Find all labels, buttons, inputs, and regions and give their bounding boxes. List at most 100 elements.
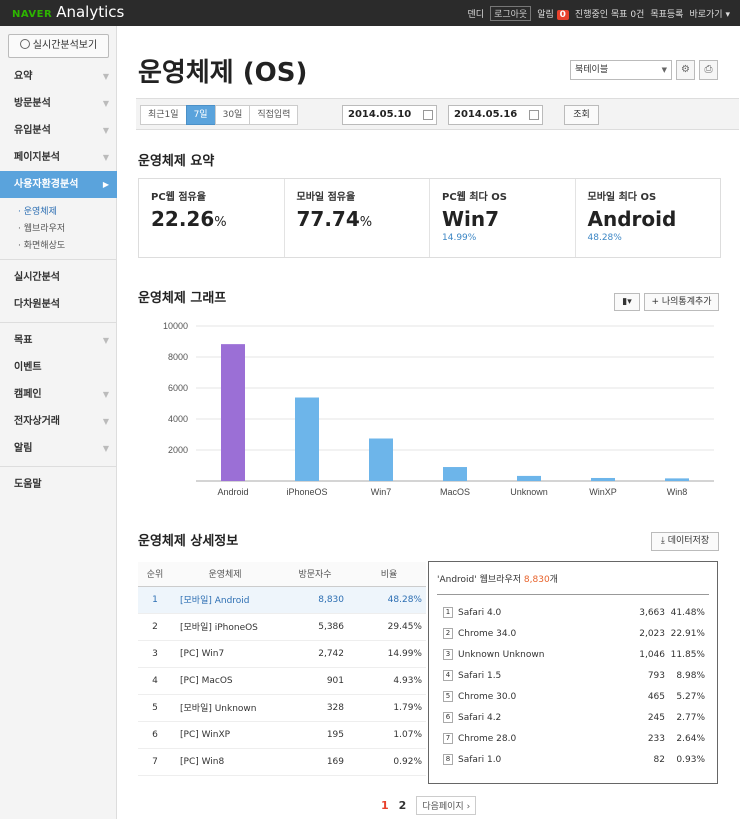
shortcuts-menu[interactable]: 바로가기 ▾ bbox=[689, 7, 730, 20]
col-visits[interactable]: 방문자수 bbox=[278, 562, 352, 587]
chevron-down-icon: ▾ bbox=[725, 10, 730, 20]
sidebar-item-goals[interactable]: 목표 ▼ bbox=[0, 327, 117, 354]
sidebar-item-label: 다차원분석 bbox=[14, 299, 60, 310]
sidebar-item-events[interactable]: 이벤트 bbox=[0, 354, 117, 381]
alerts-count-badge: 0 bbox=[556, 10, 569, 20]
sidebar-item-user-environment[interactable]: 사용자환경분석 ▶ bbox=[0, 171, 117, 198]
sidebar-item-campaigns[interactable]: 캠페인 ▼ bbox=[0, 381, 117, 408]
tab-30-days[interactable]: 30일 bbox=[214, 105, 251, 125]
detail-title: 운영체제 상세정보 bbox=[138, 534, 239, 549]
cell-os[interactable]: [PC] Win8 bbox=[172, 748, 278, 776]
browser-percent: 5.27% bbox=[676, 692, 705, 702]
next-page-button[interactable]: 다음페이지 › bbox=[416, 796, 477, 815]
goal-register-link[interactable]: 목표등록 bbox=[650, 7, 683, 20]
y-tick-label: 6000 bbox=[168, 383, 188, 393]
print-button[interactable]: ⎙ bbox=[699, 60, 718, 80]
browser-percent: 2.64% bbox=[676, 734, 705, 744]
save-data-button[interactable]: ⤓ 데이터저장 bbox=[651, 532, 719, 551]
sidebar-item-label: 이벤트 bbox=[14, 362, 42, 373]
table-row[interactable]: 2 [모바일] iPhoneOS 5,386 29.45% bbox=[138, 613, 426, 641]
list-item: 3 Unknown Unknown 1,046 11.85% bbox=[443, 645, 709, 666]
cell-os[interactable]: [PC] WinXP bbox=[172, 721, 278, 749]
page-title: 운영체제 (OS) bbox=[138, 58, 308, 88]
sidebar-item-multidimensional[interactable]: 다차원분석 bbox=[0, 291, 117, 318]
cell-os[interactable]: [모바일] Android bbox=[172, 586, 278, 614]
user-name[interactable]: 덴디 bbox=[468, 7, 485, 20]
sidebar-item-visit-analysis[interactable]: 방문분석 ▼ bbox=[0, 90, 117, 117]
lookup-button[interactable]: 조회 bbox=[564, 105, 599, 125]
sidebar-subitem-os[interactable]: · 운영체제 bbox=[0, 204, 117, 221]
browser-percent: 22.91% bbox=[670, 629, 705, 639]
list-item: 4 Safari 1.5 793 8.98% bbox=[443, 666, 709, 687]
page-link-1[interactable]: 1 bbox=[381, 799, 389, 812]
calendar-icon[interactable] bbox=[423, 110, 433, 120]
chart-type-dropdown[interactable]: ▮▾ bbox=[614, 293, 640, 311]
cell-visits: 169 bbox=[278, 748, 352, 776]
cell-os[interactable]: [PC] Win7 bbox=[172, 640, 278, 668]
cell-os[interactable]: [PC] MacOS bbox=[172, 667, 278, 695]
sidebar-item-summary[interactable]: 요약 ▼ bbox=[0, 63, 117, 90]
page-link-2[interactable]: 2 bbox=[399, 799, 407, 812]
table-row[interactable]: 3 [PC] Win7 2,742 14.99% bbox=[138, 640, 426, 668]
cell-visits: 901 bbox=[278, 667, 352, 695]
cell-rate: 14.99% bbox=[352, 640, 426, 668]
browser-name: Safari 4.2 bbox=[458, 713, 502, 723]
sidebar-item-realtime[interactable]: 실시간분석 bbox=[0, 264, 117, 291]
browser-name: Chrome 34.0 bbox=[458, 629, 517, 639]
start-date-field[interactable]: 2014.05.10 bbox=[342, 105, 437, 125]
table-row[interactable]: 1 [모바일] Android 8,830 48.28% bbox=[138, 586, 426, 614]
list-item: 5 Chrome 30.0 465 5.27% bbox=[443, 687, 709, 708]
browser-name: Chrome 28.0 bbox=[458, 734, 517, 744]
bookmark-select[interactable]: 북테이블 ▼ bbox=[570, 60, 672, 80]
tab-custom-input[interactable]: 직접입력 bbox=[249, 105, 299, 125]
cell-os[interactable]: [모바일] Unknown bbox=[172, 694, 278, 722]
save-data-label: 데이터저장 bbox=[667, 536, 710, 546]
table-row[interactable]: 4 [PC] MacOS 901 4.93% bbox=[138, 667, 426, 695]
rank-number: 2 bbox=[443, 628, 453, 639]
chevron-down-icon: ▼ bbox=[102, 390, 109, 399]
summary-number: 22.26 bbox=[151, 207, 215, 231]
sidebar-item-page-analysis[interactable]: 페이지분석 ▼ bbox=[0, 144, 117, 171]
sidebar-item-help[interactable]: 도움말 bbox=[0, 471, 117, 498]
alerts-link[interactable]: 알림 0 bbox=[537, 7, 569, 20]
table-row[interactable]: 7 [PC] Win8 169 0.92% bbox=[138, 748, 426, 776]
app-logo[interactable]: NAVER Analytics bbox=[12, 3, 124, 21]
list-item: 6 Safari 4.2 245 2.77% bbox=[443, 708, 709, 729]
cell-visits: 5,386 bbox=[278, 613, 352, 641]
add-my-stat-button[interactable]: + 나의통계추가 bbox=[644, 293, 719, 311]
top-nav: 덴디 로그아웃 알림 0 진행중인 목표 0건 목표등록 바로가기 ▾ bbox=[468, 6, 730, 21]
sidebar-item-alerts[interactable]: 알림 ▼ bbox=[0, 435, 117, 462]
sidebar-item-inflow-analysis[interactable]: 유입분석 ▼ bbox=[0, 117, 117, 144]
browser-name: Safari 1.5 bbox=[458, 671, 502, 681]
bar-winxp bbox=[591, 477, 615, 481]
cell-visits: 8,830 bbox=[278, 586, 352, 614]
table-header-row: 순위 운영체제 방문자수 비율 bbox=[138, 562, 426, 587]
realtime-analysis-button[interactable]: 실시간분석보기 bbox=[8, 34, 109, 58]
browser-list: 1 Safari 4.0 3,663 41.48% 2 Chrome 34.0 2,023… bbox=[443, 603, 709, 771]
summary-value: 22.26% bbox=[151, 207, 272, 231]
cell-os[interactable]: [모바일] iPhoneOS bbox=[172, 613, 278, 641]
sidebar-subitem-screen-resolution[interactable]: · 화면해상도 bbox=[0, 238, 117, 255]
y-tick-label: 4000 bbox=[168, 414, 188, 424]
table-row[interactable]: 5 [모바일] Unknown 328 1.79% bbox=[138, 694, 426, 722]
table-row[interactable]: 6 [PC] WinXP 195 1.07% bbox=[138, 721, 426, 749]
calendar-icon[interactable] bbox=[529, 110, 539, 120]
chevron-right-icon: ▶ bbox=[102, 180, 109, 189]
tab-last-1-day[interactable]: 최근1일 bbox=[140, 105, 187, 125]
col-rank[interactable]: 순위 bbox=[138, 562, 172, 587]
settings-button[interactable]: ⚙ bbox=[676, 60, 695, 80]
sidebar-item-ecommerce[interactable]: 전자상거래 ▼ bbox=[0, 408, 117, 435]
tab-7-days[interactable]: 7일 bbox=[185, 105, 216, 125]
end-date-field[interactable]: 2014.05.16 bbox=[448, 105, 543, 125]
summary-cell-mobile-top-os: 모바일 최다 OS Android 48.28% bbox=[576, 179, 721, 257]
browser-name: Chrome 30.0 bbox=[458, 692, 517, 702]
goals-in-progress-link[interactable]: 진행중인 목표 0건 bbox=[575, 7, 644, 20]
sidebar-subitem-web-browser[interactable]: · 웹브라우저 bbox=[0, 221, 117, 238]
sidebar-item-label: 요약 bbox=[14, 71, 33, 82]
download-icon: ⤓ bbox=[660, 536, 665, 546]
col-os[interactable]: 운영체제 bbox=[172, 562, 278, 587]
col-rate[interactable]: 비율 bbox=[352, 562, 426, 587]
cell-rate: 1.07% bbox=[352, 721, 426, 749]
next-page-label: 다음페이지 bbox=[422, 802, 464, 812]
logout-button[interactable]: 로그아웃 bbox=[490, 6, 532, 21]
